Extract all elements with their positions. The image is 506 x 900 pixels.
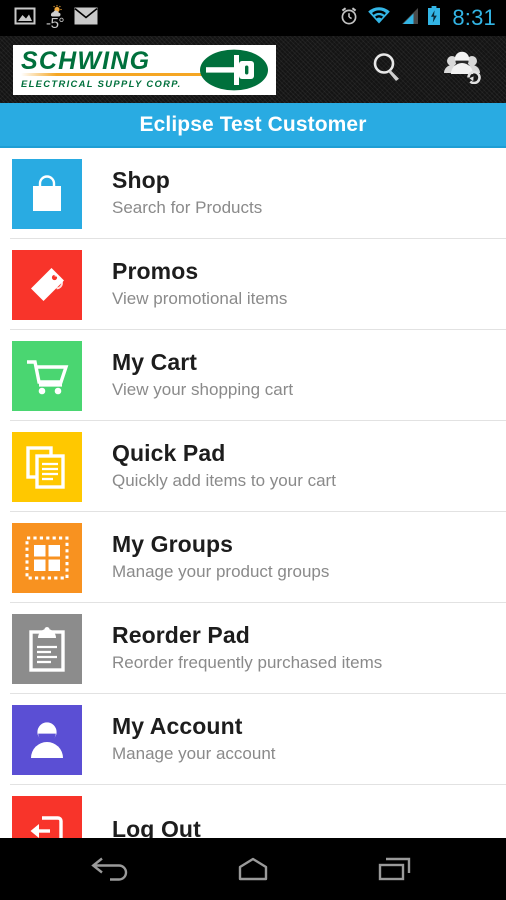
menu-item-title: Quick Pad: [112, 440, 226, 466]
menu-item-title: My Account: [112, 713, 243, 739]
menu-item-subtitle: View your shopping cart: [112, 380, 294, 399]
menu-item-promos[interactable]: Promos View promotional items: [0, 239, 506, 330]
menu-item-title: Shop: [112, 167, 170, 193]
alarm-icon: [339, 6, 359, 31]
status-bar-left-icons: -5°: [14, 5, 339, 32]
header-actions: [370, 50, 492, 89]
menu-item-shop[interactable]: Shop Search for Products: [0, 148, 506, 239]
menu-item-subtitle: Search for Products: [112, 198, 263, 217]
menu-item-text: My Account Manage your account: [112, 713, 276, 766]
menu-item-text: My Cart View your shopping cart: [112, 349, 293, 402]
shopping-bag-icon: [12, 158, 82, 229]
search-icon[interactable]: [370, 50, 404, 89]
recents-button[interactable]: [355, 846, 435, 892]
signal-icon: [399, 7, 419, 30]
menu-item-my-account[interactable]: My Account Manage your account: [0, 694, 506, 785]
menu-item-reorder-pad[interactable]: Reorder Pad Reorder frequently purchased…: [0, 603, 506, 694]
logout-icon: [12, 795, 82, 838]
gallery-icon: [14, 5, 36, 32]
menu-item-my-groups[interactable]: My Groups Manage your product groups: [0, 512, 506, 603]
menu-item-text: Quick Pad Quickly add items to your cart: [112, 440, 336, 493]
recents-icon: [378, 857, 411, 881]
grid-groups-icon: [12, 522, 82, 593]
main-menu-list[interactable]: Shop Search for Products Promos View pro…: [0, 148, 506, 838]
price-tag-icon: [12, 249, 82, 320]
page-title: Eclipse Test Customer: [139, 112, 367, 136]
menu-item-text: Log Out: [112, 816, 201, 838]
android-navigation-bar: [0, 838, 506, 900]
menu-item-log-out[interactable]: Log Out: [0, 785, 506, 838]
shopping-cart-icon: [12, 340, 82, 411]
app-header: SCHWING ELECTRICAL SUPPLY CORP.: [0, 36, 506, 103]
menu-item-title: Reorder Pad: [112, 622, 250, 648]
logo-company-subtitle: ELECTRICAL SUPPLY CORP.: [21, 77, 182, 89]
status-bar-clock: 8:31: [452, 5, 496, 30]
menu-item-text: Promos View promotional items: [112, 258, 287, 311]
home-icon: [238, 857, 268, 881]
menu-item-subtitle: View promotional items: [112, 289, 288, 308]
wifi-icon: [367, 6, 391, 30]
logo-text: SCHWING ELECTRICAL SUPPLY CORP.: [21, 46, 219, 91]
menu-item-title: Log Out: [112, 816, 201, 838]
menu-item-my-cart[interactable]: My Cart View your shopping cart: [0, 330, 506, 421]
weather-temperature: -5°: [46, 15, 65, 32]
home-button[interactable]: [213, 846, 293, 892]
person-icon: [12, 704, 82, 775]
menu-item-subtitle: Reorder frequently purchased items: [112, 653, 383, 672]
status-bar-right-icons: 8:31: [339, 5, 496, 31]
plug-icon: [198, 49, 270, 95]
battery-charging-icon: [427, 5, 441, 31]
status-bar: -5° 8:31: [0, 0, 506, 36]
menu-item-title: My Cart: [112, 349, 198, 375]
menu-item-text: Shop Search for Products: [112, 167, 262, 220]
copy-documents-icon: [12, 431, 82, 502]
switch-customer-icon[interactable]: [442, 50, 482, 89]
customer-title-bar: Eclipse Test Customer: [0, 103, 506, 148]
menu-item-subtitle: Manage your account: [112, 744, 276, 763]
menu-item-title: My Groups: [112, 531, 234, 557]
clipboard-icon: [12, 613, 82, 684]
menu-item-subtitle: Manage your product groups: [112, 562, 330, 581]
menu-item-quick-pad[interactable]: Quick Pad Quickly add items to your cart: [0, 421, 506, 512]
menu-item-text: My Groups Manage your product groups: [112, 531, 329, 584]
app-screen: -5° 8:31 SCHWING ELECTRICAL SUPPLY CORP.…: [0, 0, 506, 900]
menu-item-text: Reorder Pad Reorder frequently purchased…: [112, 622, 382, 675]
menu-item-title: Promos: [112, 258, 199, 284]
company-logo[interactable]: SCHWING ELECTRICAL SUPPLY CORP.: [13, 44, 276, 95]
weather-icon: -5°: [46, 5, 65, 32]
email-icon: [74, 7, 98, 30]
menu-item-subtitle: Quickly add items to your cart: [112, 471, 336, 490]
logo-company-name: SCHWING: [21, 46, 151, 75]
back-arrow-icon: [91, 857, 128, 881]
back-button[interactable]: [71, 846, 151, 892]
